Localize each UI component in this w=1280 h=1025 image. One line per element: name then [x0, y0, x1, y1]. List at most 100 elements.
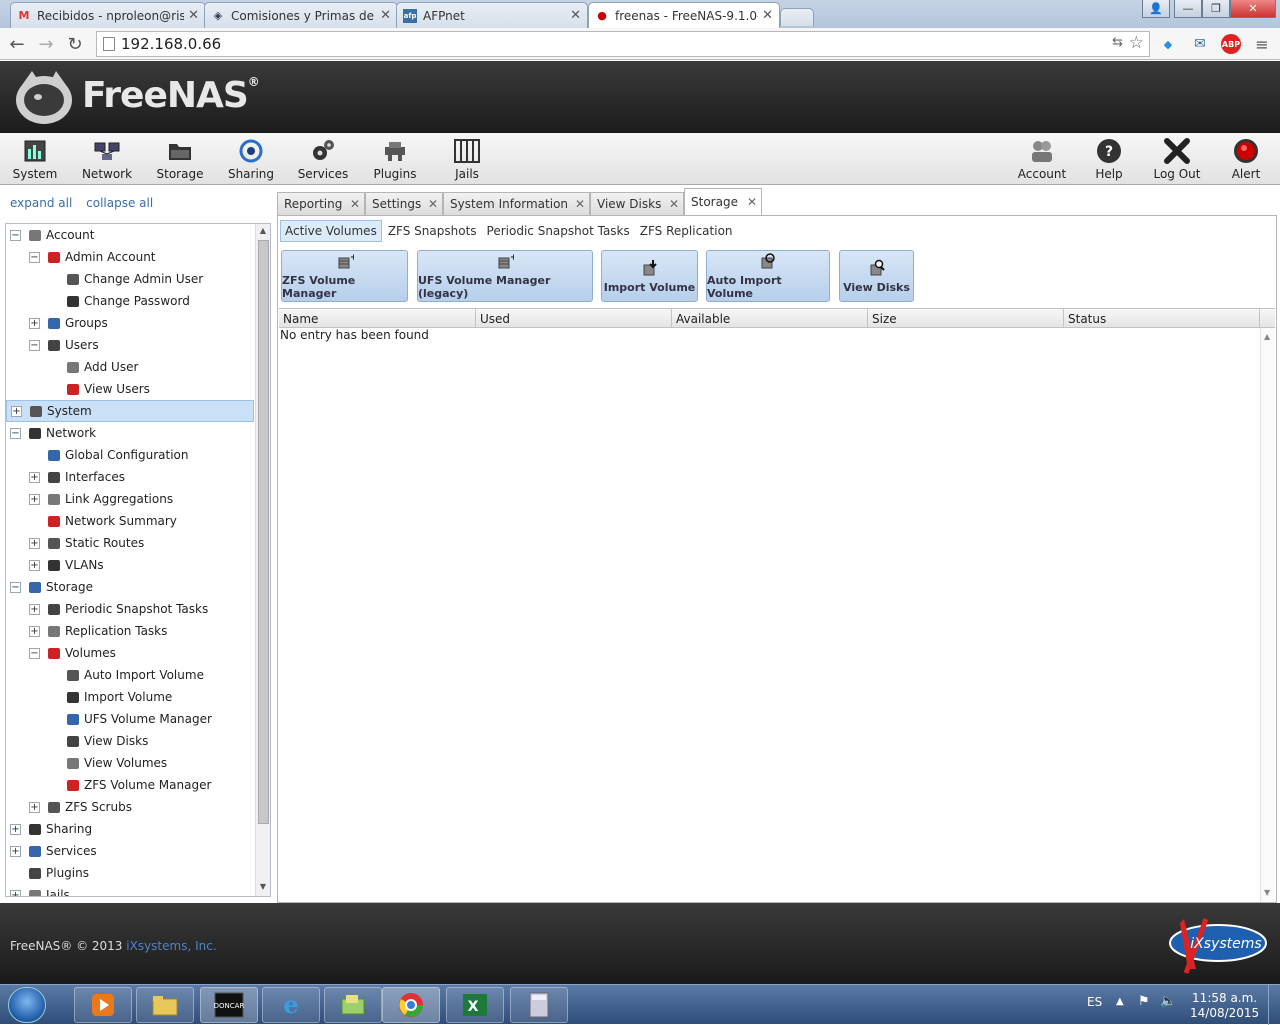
- tree-node[interactable]: + Groups: [6, 312, 254, 334]
- subtab-active-volumes[interactable]: Active Volumes: [280, 220, 382, 242]
- excel-icon[interactable]: X: [446, 987, 504, 1023]
- tree-node[interactable]: View Disks: [6, 730, 254, 752]
- tree-node[interactable]: − Admin Account: [6, 246, 254, 268]
- tree-node[interactable]: View Users: [6, 378, 254, 400]
- collapse-all-link[interactable]: collapse all: [86, 196, 153, 210]
- scrollbar-thumb[interactable]: [258, 240, 269, 824]
- expand-all-link[interactable]: expand all: [10, 196, 72, 210]
- tree-node[interactable]: + VLANs: [6, 554, 254, 576]
- close-tab-icon[interactable]: ✕: [188, 8, 199, 23]
- tree-node[interactable]: + Services: [6, 840, 254, 862]
- tree-node[interactable]: Network Summary: [6, 510, 254, 532]
- show-hidden-icons-icon[interactable]: ▲: [1116, 996, 1124, 1007]
- column-header-size[interactable]: Size: [868, 309, 1064, 328]
- tree-node[interactable]: ZFS Volume Manager: [6, 774, 254, 796]
- tree-expander-icon[interactable]: +: [10, 823, 21, 835]
- restore-button[interactable]: ❐: [1202, 0, 1230, 18]
- tree-expander-icon[interactable]: +: [29, 625, 40, 637]
- language-indicator[interactable]: ES: [1087, 995, 1102, 1009]
- tree-node[interactable]: − Account: [6, 224, 254, 246]
- tree-expander-icon[interactable]: −: [10, 229, 21, 241]
- tree-node[interactable]: + Replication Tasks: [6, 620, 254, 642]
- start-button[interactable]: [8, 987, 46, 1023]
- tree-node[interactable]: + Sharing: [6, 818, 254, 840]
- tree-expander-icon[interactable]: −: [10, 427, 21, 439]
- menu-storage[interactable]: Storage: [155, 137, 205, 183]
- tree-node[interactable]: + Static Routes: [6, 532, 254, 554]
- tree-node[interactable]: Global Configuration: [6, 444, 254, 466]
- tree-node[interactable]: − Users: [6, 334, 254, 356]
- file-explorer-icon[interactable]: [136, 987, 194, 1023]
- scroll-down-icon[interactable]: ▼: [256, 882, 270, 896]
- tree-node[interactable]: − Network: [6, 422, 254, 444]
- menu-icon[interactable]: ≡: [1252, 34, 1272, 54]
- close-icon[interactable]: ✕: [428, 197, 438, 211]
- tree-expander-icon[interactable]: +: [29, 603, 40, 615]
- doncar-app-icon[interactable]: DONCAR: [200, 987, 258, 1023]
- menu-plugins[interactable]: Plugins: [370, 137, 420, 183]
- subtab-periodic-snapshot-tasks[interactable]: Periodic Snapshot Tasks: [483, 220, 634, 242]
- action-center-flag-icon[interactable]: ⚑: [1138, 994, 1150, 1009]
- person-icon[interactable]: 👤: [1142, 0, 1170, 18]
- ixsystems-link[interactable]: iXsystems, Inc.: [126, 939, 216, 953]
- tree-expander-icon[interactable]: −: [29, 251, 40, 263]
- scroll-down-icon[interactable]: ▼: [1264, 888, 1270, 897]
- menu-help[interactable]: ? Help: [1086, 137, 1132, 183]
- forward-icon[interactable]: →: [35, 33, 57, 55]
- menu-services[interactable]: Services: [296, 137, 350, 183]
- tree-expander-icon[interactable]: +: [29, 537, 40, 549]
- media-player-icon[interactable]: [74, 987, 132, 1023]
- menu-account[interactable]: Account: [1016, 137, 1068, 183]
- close-window-button[interactable]: ✕: [1230, 0, 1276, 18]
- adblock-icon[interactable]: ABP: [1221, 34, 1241, 54]
- import-volume-button[interactable]: Import Volume: [601, 250, 698, 302]
- tab-settings[interactable]: Settings ✕: [365, 192, 443, 216]
- tree-expander-icon[interactable]: +: [10, 889, 21, 896]
- close-icon[interactable]: ✕: [669, 197, 679, 211]
- tree-expander-icon[interactable]: −: [29, 647, 40, 659]
- minimize-button[interactable]: —: [1174, 0, 1202, 18]
- scroll-up-icon[interactable]: ▲: [256, 226, 270, 240]
- menu-jails[interactable]: Jails: [442, 137, 492, 183]
- tree-node[interactable]: Import Volume: [6, 686, 254, 708]
- view-disks-button[interactable]: View Disks: [839, 250, 914, 302]
- column-header-used[interactable]: Used: [476, 309, 672, 328]
- tree-node[interactable]: Change Admin User: [6, 268, 254, 290]
- tree-node[interactable]: − Volumes: [6, 642, 254, 664]
- browser-tab-gmail[interactable]: M Recibidos - nproleon@risc ✕: [10, 2, 206, 28]
- scroll-up-icon[interactable]: ▲: [1264, 332, 1270, 341]
- browser-tab-afpnet[interactable]: afp AFPnet ✕: [396, 2, 588, 28]
- close-tab-icon[interactable]: ✕: [762, 8, 773, 23]
- column-header-name[interactable]: Name: [279, 309, 476, 328]
- mail-icon[interactable]: ✉: [1190, 34, 1210, 54]
- calculator-icon[interactable]: [510, 987, 568, 1023]
- tree-expander-icon[interactable]: +: [29, 317, 40, 329]
- show-desktop-button[interactable]: [1268, 985, 1280, 1025]
- close-icon[interactable]: ✕: [747, 195, 757, 209]
- subtab-zfs-snapshots[interactable]: ZFS Snapshots: [384, 220, 481, 242]
- tree-expander-icon[interactable]: +: [11, 405, 22, 417]
- tree-node[interactable]: + Periodic Snapshot Tasks: [6, 598, 254, 620]
- menu-logout[interactable]: Log Out: [1150, 137, 1204, 183]
- new-tab-button[interactable]: [780, 8, 814, 26]
- extension-icon[interactable]: ◆: [1158, 34, 1178, 54]
- tree-expander-icon[interactable]: +: [29, 801, 40, 813]
- tab-reporting[interactable]: Reporting ✕: [277, 192, 365, 216]
- tree-node[interactable]: + ZFS Scrubs: [6, 796, 254, 818]
- tree-node[interactable]: + Interfaces: [6, 466, 254, 488]
- tree-node[interactable]: Plugins: [6, 862, 254, 884]
- tab-storage[interactable]: Storage ✕: [684, 188, 762, 216]
- tree-expander-icon[interactable]: +: [10, 845, 21, 857]
- menu-sharing[interactable]: Sharing: [226, 137, 276, 183]
- volume-icon[interactable]: 🔈: [1160, 994, 1176, 1009]
- zfs-volume-manager-button[interactable]: + ZFS Volume Manager: [281, 250, 408, 302]
- internet-explorer-icon[interactable]: e: [262, 987, 320, 1023]
- tab-system-information[interactable]: System Information ✕: [443, 192, 590, 216]
- close-tab-icon[interactable]: ✕: [570, 8, 581, 23]
- ufs-volume-manager-button[interactable]: + UFS Volume Manager (legacy): [417, 250, 593, 302]
- tree-expander-icon[interactable]: +: [29, 559, 40, 571]
- close-icon[interactable]: ✕: [575, 197, 585, 211]
- menu-system[interactable]: System: [12, 137, 58, 183]
- column-header-available[interactable]: Available: [672, 309, 868, 328]
- column-header-status[interactable]: Status: [1064, 309, 1260, 328]
